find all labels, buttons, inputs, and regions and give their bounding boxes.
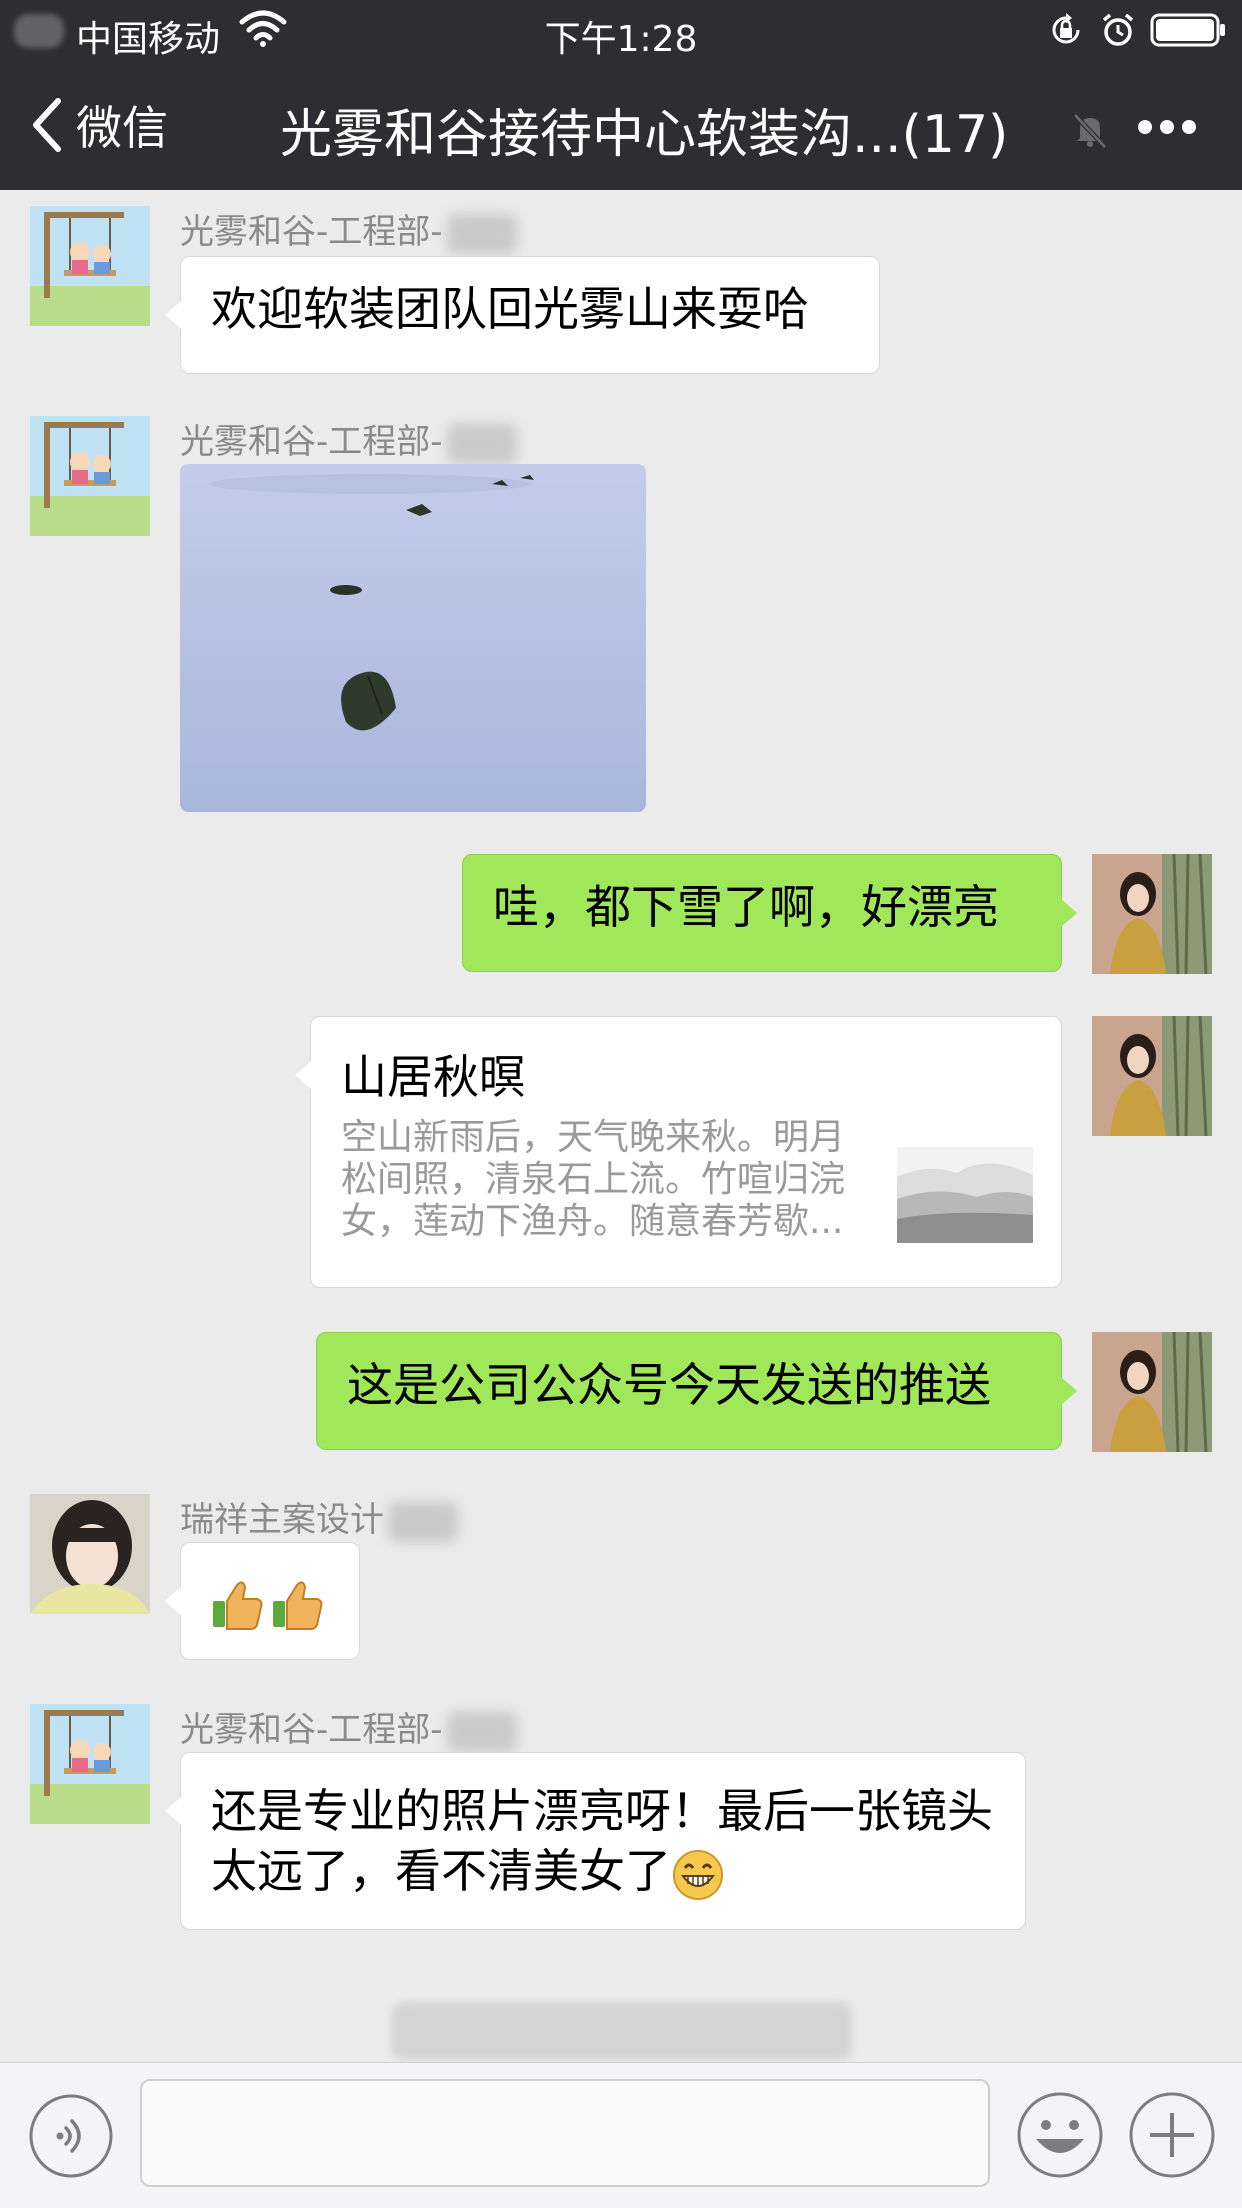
nav-bar: 微信 光雾和谷接待中心软装沟...(17) xyxy=(0,70,1242,180)
top-bar: 中国移动 下午1:28 微信 光雾和谷接待中心软装沟...(17) xyxy=(0,0,1242,190)
message-bubble[interactable]: 这是公司公众号今天发送的推送 xyxy=(316,1332,1077,1450)
message-bubble[interactable]: 欢迎软装团队回光雾山来耍哈 xyxy=(165,256,880,374)
status-bar: 中国移动 下午1:28 xyxy=(0,0,1242,60)
message-bubble[interactable] xyxy=(165,1542,360,1660)
voice-input-icon[interactable] xyxy=(28,2093,114,2179)
self-avatar[interactable] xyxy=(1092,1016,1212,1136)
self-avatar[interactable] xyxy=(1092,1332,1212,1452)
avatar[interactable] xyxy=(30,1704,150,1824)
snow-leaves-photo xyxy=(180,464,646,812)
sender-name: 光雾和谷-工程部- xyxy=(180,204,517,254)
message-bubble[interactable]: 还是专业的照片漂亮呀！最后一张镜头太远了，看不清美女了 xyxy=(165,1752,1026,1930)
self-avatar[interactable] xyxy=(1092,854,1212,974)
message-text: 还是专业的照片漂亮呀！最后一张镜头太远了，看不清美女了 xyxy=(181,1753,1025,1930)
image-message[interactable] xyxy=(180,464,646,812)
blurred-system-notice xyxy=(392,2002,852,2060)
thumbs-up-emoji-icon xyxy=(273,1581,323,1630)
portrait-avatar-icon xyxy=(1092,1332,1212,1452)
swing-kids-avatar-icon xyxy=(30,206,150,326)
message-text: 这是公司公众号今天发送的推送 xyxy=(347,1358,991,1412)
message-bubble[interactable]: 哇，都下雪了啊，好漂亮 xyxy=(462,854,1077,972)
avatar[interactable] xyxy=(30,416,150,536)
sender-name: 光雾和谷-工程部- xyxy=(180,1702,517,1752)
back-label: 微信 xyxy=(76,101,168,155)
thumbs-up-emoji-icon xyxy=(213,1581,263,1630)
sender-name: 瑞祥主案设计 xyxy=(180,1492,458,1542)
message-text: 欢迎软装团队回光雾山来耍哈 xyxy=(211,282,809,336)
avatar[interactable] xyxy=(30,1494,150,1614)
portrait-avatar-icon xyxy=(1092,854,1212,974)
input-bar xyxy=(0,2062,1242,2208)
swing-kids-avatar-icon xyxy=(30,416,150,536)
portrait-avatar-icon xyxy=(1092,1016,1212,1136)
alarm-icon xyxy=(1102,13,1134,46)
back-button[interactable]: 微信 xyxy=(28,92,168,158)
selfie-avatar-icon xyxy=(30,1494,150,1614)
more-options-icon[interactable] xyxy=(1136,114,1198,140)
swing-kids-avatar-icon xyxy=(30,1704,150,1824)
more-functions-plus-icon[interactable] xyxy=(1128,2091,1216,2179)
card-description: 空山新雨后，天气晚来秋。明月松间照，清泉石上流。竹喧归浣女，莲动下渔舟。随意春芳… xyxy=(341,1117,846,1242)
orientation-lock-icon xyxy=(1052,13,1080,44)
mute-bell-icon xyxy=(1073,113,1107,149)
emoji-picker-icon[interactable] xyxy=(1016,2091,1104,2179)
message-input[interactable] xyxy=(140,2079,990,2187)
battery-icon xyxy=(1150,13,1225,47)
card-thumbnail xyxy=(897,1147,1033,1243)
avatar[interactable] xyxy=(30,206,150,326)
chevron-left-icon xyxy=(33,98,61,152)
message-text: 哇，都下雪了啊，好漂亮 xyxy=(493,880,999,934)
card-title: 山居秋暝 xyxy=(341,1050,525,1104)
sender-name: 光雾和谷-工程部- xyxy=(180,414,517,464)
chat-title: 光雾和谷接待中心软装沟...(17) xyxy=(280,105,1009,165)
grin-emoji-icon xyxy=(673,1849,723,1900)
link-card[interactable]: 山居秋暝 空山新雨后，天气晚来秋。明月松间照，清泉石上流。竹喧归浣女，莲动下渔舟… xyxy=(295,1016,1062,1288)
